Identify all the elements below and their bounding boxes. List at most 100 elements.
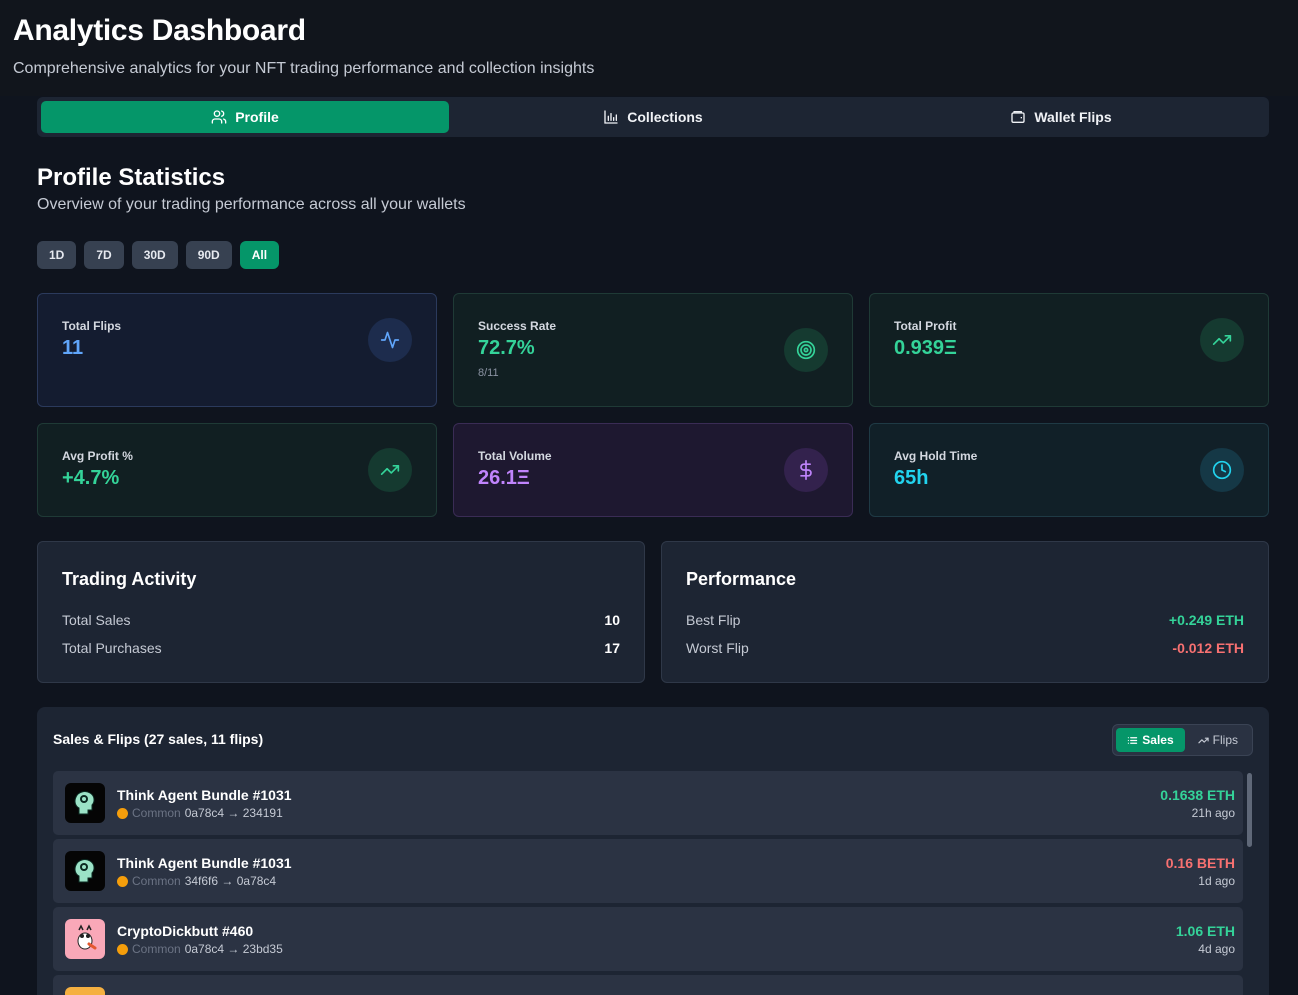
kv-label: Total Purchases — [62, 640, 162, 656]
sales-flips-toggle: Sales Flips — [1112, 724, 1253, 756]
item-time: 1d ago — [1198, 874, 1235, 888]
item-route: 0a78c4 → 23bd35 — [184, 942, 283, 956]
brain-head-icon — [65, 783, 105, 823]
header: Analytics Dashboard Comprehensive analyt… — [0, 0, 1298, 96]
list-scrollbar[interactable] — [1247, 773, 1252, 847]
page-title: Analytics Dashboard — [13, 14, 306, 47]
trading-activity-panel: Trading Activity Total Sales 10 Total Pu… — [37, 541, 645, 683]
range-90d[interactable]: 90D — [185, 241, 232, 269]
kv-value: -0.012 ETH — [1172, 640, 1244, 656]
list-item[interactable] — [53, 975, 1243, 995]
toggle-label: Flips — [1212, 733, 1238, 747]
rarity-icon — [117, 807, 128, 819]
item-price: 0.16 BETH — [1165, 855, 1235, 871]
list-item[interactable]: Think Agent Bundle #1031 Common 34f6f6 →… — [53, 839, 1243, 903]
kv-value: 17 — [604, 640, 620, 656]
stat-sub: 8/11 — [478, 367, 499, 379]
stat-value: 65h — [894, 467, 929, 489]
nft-thumbnail — [65, 987, 105, 995]
stat-label: Total Flips — [62, 319, 122, 333]
item-rarity: Common — [132, 942, 181, 956]
sales-toggle-button[interactable]: Sales — [1116, 728, 1185, 752]
stat-card-total-flips: Total Flips 11 — [37, 293, 437, 407]
item-name: Think Agent Bundle #1031 — [117, 787, 292, 803]
item-route: 0a78c4 → 234191 — [184, 806, 283, 820]
kv-label: Best Flip — [686, 612, 741, 628]
worst-flip-row: Worst Flip -0.012 ETH — [686, 640, 1244, 656]
item-price: 1.06 ETH — [1175, 923, 1235, 939]
tab-collections[interactable]: Collections — [449, 101, 857, 133]
dickbutt-icon — [65, 919, 105, 959]
kv-label: Total Sales — [62, 612, 131, 628]
stat-value: +4.7% — [62, 467, 120, 489]
item-time: 4d ago — [1198, 942, 1235, 956]
item-meta: Common 0a78c4 → 234191 — [117, 806, 283, 820]
sales-title: Sales & Flips (27 sales, 11 flips) — [53, 731, 264, 747]
item-meta: Common 0a78c4 → 23bd35 — [117, 942, 283, 956]
stat-value: 0.939Ξ — [894, 337, 957, 359]
panel-title: Trading Activity — [62, 569, 197, 589]
range-1d[interactable]: 1D — [37, 241, 77, 269]
stat-card-avg-hold-time: Avg Hold Time 65h — [869, 423, 1269, 517]
stat-card-success-rate: Success Rate 72.7% 8/11 — [453, 293, 853, 407]
stat-label: Total Volume — [478, 449, 552, 463]
list-item[interactable]: Think Agent Bundle #1031 Common 0a78c4 →… — [53, 771, 1243, 835]
wallet-icon — [1011, 111, 1026, 123]
stat-label: Avg Profit % — [62, 449, 133, 463]
activity-icon — [368, 318, 412, 362]
sales-flips-panel: Sales & Flips (27 sales, 11 flips) Sales… — [37, 707, 1269, 995]
brain-head-icon — [65, 851, 105, 891]
total-purchases-row: Total Purchases 17 — [62, 640, 620, 656]
item-rarity: Common — [132, 874, 181, 888]
dollar-icon — [784, 448, 828, 492]
time-range-selector: 1D 7D 30D 90D All — [37, 241, 280, 269]
range-all[interactable]: All — [239, 241, 280, 269]
tab-label: Profile — [235, 109, 279, 125]
item-price: 0.1638 ETH — [1160, 787, 1235, 803]
stat-label: Avg Hold Time — [894, 449, 978, 463]
stat-label: Success Rate — [478, 319, 557, 333]
kv-value: +0.249 ETH — [1168, 612, 1244, 628]
stat-card-total-profit: Total Profit 0.939Ξ — [869, 293, 1269, 407]
tab-label: Collections — [627, 109, 703, 125]
trending-up-icon — [1200, 318, 1244, 362]
section-title: Profile Statistics — [37, 164, 226, 191]
stat-card-avg-profit: Avg Profit % +4.7% — [37, 423, 437, 517]
tab-wallet-flips[interactable]: Wallet Flips — [857, 101, 1265, 133]
item-route: 34f6f6 → 0a78c4 — [184, 874, 277, 888]
flips-toggle-button[interactable]: Flips — [1187, 728, 1249, 752]
list-icon — [1128, 736, 1138, 744]
range-7d[interactable]: 7D — [84, 241, 124, 269]
section-subtitle: Overview of your trading performance acr… — [37, 196, 466, 213]
best-flip-row: Best Flip +0.249 ETH — [686, 612, 1244, 628]
users-icon — [211, 110, 227, 124]
stat-value: 11 — [62, 337, 84, 359]
item-meta: Common 34f6f6 → 0a78c4 — [117, 874, 276, 888]
bar-chart-icon — [604, 110, 618, 124]
clock-icon — [1200, 448, 1244, 492]
tab-label: Wallet Flips — [1034, 109, 1112, 125]
stat-value: 26.1Ξ — [478, 467, 530, 489]
trending-up-icon — [1198, 737, 1209, 743]
list-item[interactable]: CryptoDickbutt #460 Common 0a78c4 → 23bd… — [53, 907, 1243, 971]
total-sales-row: Total Sales 10 — [62, 612, 620, 628]
kv-label: Worst Flip — [686, 640, 749, 656]
rarity-icon — [117, 875, 128, 887]
stat-card-total-volume: Total Volume 26.1Ξ — [453, 423, 853, 517]
item-rarity: Common — [132, 806, 181, 820]
stat-label: Total Profit — [894, 319, 957, 333]
range-30d[interactable]: 30D — [131, 241, 178, 269]
panel-title: Performance — [686, 569, 797, 589]
main-tabs: Profile Collections Wallet Flips — [37, 97, 1269, 137]
trending-up-icon — [368, 448, 412, 492]
item-time: 21h ago — [1191, 806, 1235, 820]
page-subtitle: Comprehensive analytics for your NFT tra… — [13, 60, 595, 77]
performance-panel: Performance Best Flip +0.249 ETH Worst F… — [661, 541, 1269, 683]
item-name: Think Agent Bundle #1031 — [117, 855, 292, 871]
tab-profile[interactable]: Profile — [41, 101, 449, 133]
target-icon — [784, 328, 828, 372]
rarity-icon — [117, 943, 128, 955]
stat-value: 72.7% — [478, 337, 535, 359]
toggle-label: Sales — [1142, 733, 1174, 747]
kv-value: 10 — [604, 612, 620, 628]
